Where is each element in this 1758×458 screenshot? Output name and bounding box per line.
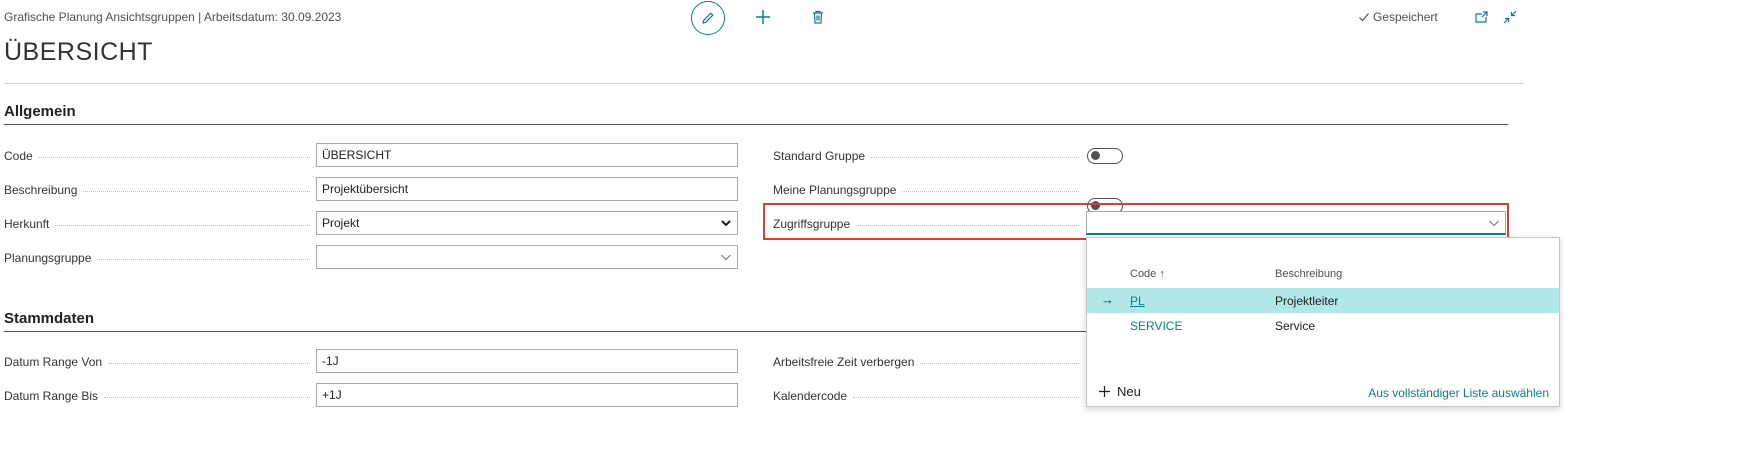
herkunft-select[interactable]: Projekt <box>316 211 738 235</box>
toggle-knob <box>1091 151 1100 160</box>
collapse-icon <box>1503 10 1517 24</box>
breadcrumb: Grafische Planung Ansichtsgruppen | Arbe… <box>4 10 342 24</box>
datum-von-field[interactable]: -1J <box>316 349 738 373</box>
sort-ascending-icon: ↑ <box>1159 268 1165 280</box>
lookup-row-beschreibung: Projektleiter <box>1275 294 1339 308</box>
lookup-row-code[interactable]: SERVICE <box>1130 319 1182 333</box>
meine-planungsgruppe-label: Meine Planungsgruppe <box>773 182 1079 198</box>
section-divider-stammdaten <box>4 331 1086 332</box>
datum-bis-field[interactable]: +1J <box>316 383 738 407</box>
beschreibung-field[interactable]: Projektübersicht <box>316 177 738 201</box>
herkunft-value: Projekt <box>322 216 360 230</box>
planungsgruppe-select[interactable] <box>316 245 738 269</box>
chevron-down-icon <box>721 254 731 261</box>
open-in-new-window-icon <box>1475 11 1488 23</box>
planungsgruppe-label: Planungsgruppe <box>4 250 310 266</box>
delete-button[interactable] <box>808 7 828 27</box>
code-label: Code <box>4 148 310 164</box>
open-new-window-button[interactable] <box>1471 7 1491 27</box>
standard-gruppe-toggle[interactable] <box>1087 148 1123 164</box>
plus-icon <box>1099 386 1110 397</box>
arbeitsfreie-zeit-label: Arbeitsfreie Zeit verbergen <box>773 354 1079 370</box>
collapse-button[interactable] <box>1500 7 1520 27</box>
column-header-code[interactable]: Code ↑ <box>1130 268 1165 280</box>
beschreibung-label: Beschreibung <box>4 182 310 198</box>
zugriffsgruppe-highlight-box <box>763 203 1509 240</box>
section-heading-stammdaten: Stammdaten <box>4 310 95 327</box>
row-selected-arrow-icon: → <box>1101 292 1114 307</box>
pencil-icon <box>702 12 714 24</box>
section-heading-allgemein: Allgemein <box>4 103 76 120</box>
add-button[interactable] <box>753 7 773 27</box>
trash-icon <box>813 10 823 24</box>
new-entry-label: Neu <box>1117 384 1141 399</box>
kalendercode-label: Kalendercode <box>773 388 1079 404</box>
datum-bis-label: Datum Range Bis <box>4 388 310 404</box>
lookup-row-code[interactable]: PL <box>1130 294 1145 308</box>
column-header-beschreibung[interactable]: Beschreibung <box>1275 268 1342 280</box>
saved-label: Gespeichert <box>1373 10 1438 24</box>
section-divider-allgemein <box>4 124 1508 125</box>
select-from-full-list-link[interactable]: Aus vollständiger Liste auswählen <box>1368 386 1549 400</box>
zugriffsgruppe-lookup-popup: Code ↑ Beschreibung → PL Projektleiter S… <box>1086 237 1560 407</box>
lookup-row[interactable]: → PL Projektleiter <box>1087 288 1559 313</box>
datum-von-label: Datum Range Von <box>4 354 310 370</box>
lookup-row[interactable]: SERVICE Service <box>1087 313 1559 338</box>
page-title: ÜBERSICHT <box>4 38 153 66</box>
edit-button[interactable] <box>691 1 725 35</box>
checkmark-icon <box>1359 13 1369 22</box>
saved-status: Gespeichert <box>1358 10 1438 24</box>
title-divider <box>4 83 1524 84</box>
lookup-row-beschreibung: Service <box>1275 319 1316 333</box>
herkunft-label: Herkunft <box>4 216 310 232</box>
code-field[interactable]: ÜBERSICHT <box>316 143 738 167</box>
new-entry-button[interactable]: Neu <box>1098 384 1141 399</box>
plus-icon <box>756 10 770 24</box>
chevron-down-icon <box>721 220 731 227</box>
standard-gruppe-label: Standard Gruppe <box>773 148 1079 164</box>
